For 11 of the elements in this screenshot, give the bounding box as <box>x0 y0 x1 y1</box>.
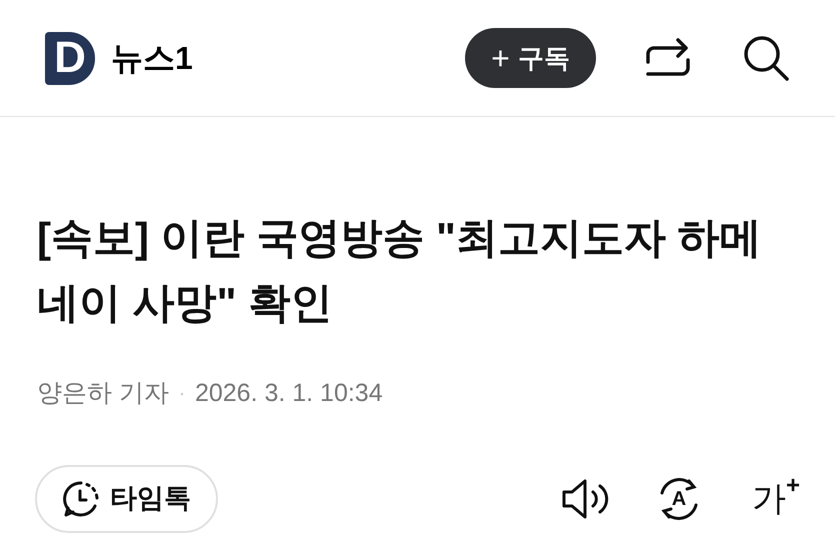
logo-icon: D <box>45 32 95 84</box>
publish-date: 2026. 3. 1. 10:34 <box>194 378 383 409</box>
speaker-icon[interactable] <box>560 478 611 520</box>
reporter-name: 양은하 기자 <box>37 378 169 409</box>
site-name: 뉴스1 <box>111 39 193 78</box>
headline: [속보] 이란 국영방송 "최고지도자 하메네이 사망" 확인 <box>36 213 763 328</box>
separator: · <box>178 382 185 406</box>
search-icon[interactable] <box>742 34 790 82</box>
chat-clock-icon <box>62 480 100 518</box>
timetalk-button[interactable]: 타임톡 <box>35 464 218 532</box>
subscribe-button[interactable]: + 구독 <box>465 28 596 88</box>
